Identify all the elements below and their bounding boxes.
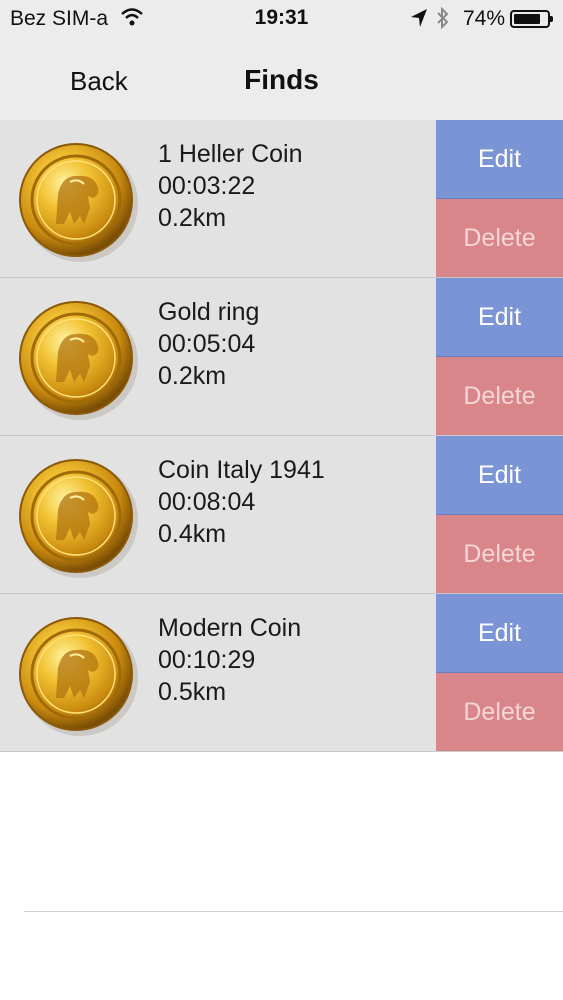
delete-button[interactable]: Delete bbox=[436, 515, 563, 593]
list-item[interactable]: Modern Coin 00:10:29 0.5km Edit Delete bbox=[0, 594, 563, 752]
edit-button[interactable]: Edit bbox=[436, 436, 563, 515]
edit-button[interactable]: Edit bbox=[436, 120, 563, 199]
list-item[interactable]: Gold ring 00:05:04 0.2km Edit Delete bbox=[0, 278, 563, 436]
page-title: Finds bbox=[244, 64, 319, 95]
find-time: 00:05:04 bbox=[158, 330, 256, 358]
gold-coin-icon bbox=[19, 301, 138, 420]
find-distance: 0.4km bbox=[158, 520, 227, 548]
edit-button[interactable]: Edit bbox=[436, 594, 563, 673]
location-arrow-icon bbox=[410, 8, 428, 33]
gold-coin-icon bbox=[19, 459, 138, 578]
navigation-bar: Back Finds bbox=[0, 40, 563, 120]
find-details: Coin Italy 1941 00:08:04 0.4km bbox=[158, 454, 325, 550]
delete-button[interactable]: Delete bbox=[436, 673, 563, 751]
find-time: 00:03:22 bbox=[158, 172, 256, 200]
list-item[interactable]: Coin Italy 1941 00:08:04 0.4km Edit Dele… bbox=[0, 436, 563, 594]
find-name: 1 Heller Coin bbox=[158, 140, 303, 168]
find-distance: 0.2km bbox=[158, 204, 227, 232]
battery-percent: 74% bbox=[463, 7, 506, 30]
bluetooth-icon bbox=[435, 6, 451, 36]
find-details: 1 Heller Coin 00:03:22 0.2km bbox=[158, 138, 303, 234]
find-time: 00:08:04 bbox=[158, 488, 256, 516]
battery-icon bbox=[510, 10, 553, 28]
find-details: Gold ring 00:05:04 0.2km bbox=[158, 296, 259, 392]
list-item[interactable]: 1 Heller Coin 00:03:22 0.2km Edit Delete bbox=[0, 120, 563, 278]
find-name: Gold ring bbox=[158, 298, 260, 326]
delete-button[interactable]: Delete bbox=[436, 357, 563, 435]
delete-button[interactable]: Delete bbox=[436, 199, 563, 277]
find-name: Modern Coin bbox=[158, 614, 302, 642]
edit-button[interactable]: Edit bbox=[436, 278, 563, 357]
finds-list: 1 Heller Coin 00:03:22 0.2km Edit Delete bbox=[0, 120, 563, 752]
gold-coin-icon bbox=[19, 143, 138, 262]
empty-row-divider bbox=[24, 911, 563, 912]
find-name: Coin Italy 1941 bbox=[158, 456, 325, 484]
status-bar: Bez SIM-a 19:31 74% bbox=[0, 0, 563, 40]
find-time: 00:10:29 bbox=[158, 646, 256, 674]
find-distance: 0.2km bbox=[158, 362, 227, 390]
find-distance: 0.5km bbox=[158, 678, 227, 706]
find-details: Modern Coin 00:10:29 0.5km bbox=[158, 612, 301, 708]
gold-coin-icon bbox=[19, 617, 138, 736]
